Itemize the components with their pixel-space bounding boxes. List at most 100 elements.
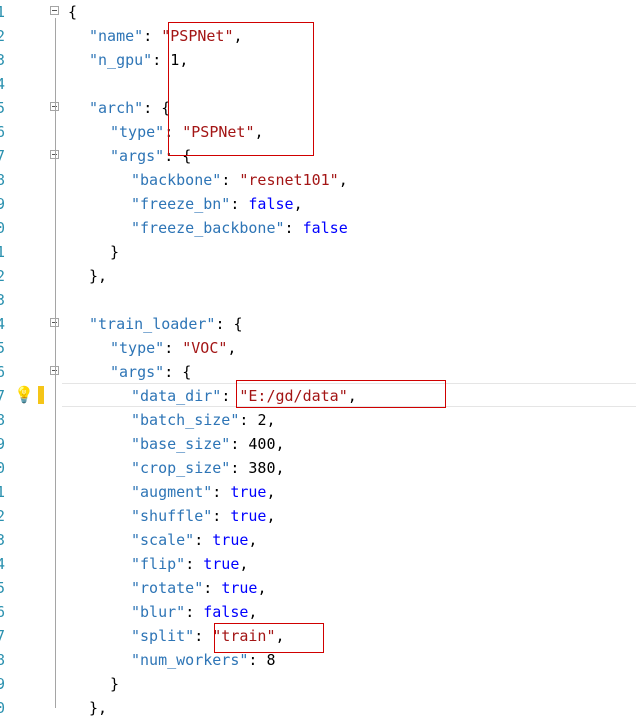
- json-key: "data_dir": [131, 387, 222, 405]
- code-line[interactable]: 8 "batch_size": 2,: [0, 408, 636, 432]
- line-number: 2: [0, 267, 6, 285]
- json-key: "base_size": [131, 435, 231, 453]
- json-key: "freeze_bn": [131, 195, 231, 213]
- punctuation: ,: [266, 507, 276, 525]
- code-line[interactable]: 1{: [0, 0, 636, 24]
- line-number: 0: [0, 699, 6, 717]
- line-number: 8: [0, 651, 6, 669]
- json-key: "type": [110, 339, 165, 357]
- code-line[interactable]: 2},: [0, 264, 636, 288]
- line-number: 6: [0, 123, 6, 141]
- json-value: 380: [248, 459, 276, 477]
- code-line[interactable]: 6 "type": "PSPNet",: [0, 120, 636, 144]
- code-line[interactable]: 5 "arch": {: [0, 96, 636, 120]
- code-text: "rotate": true,: [131, 579, 267, 597]
- code-line[interactable]: 0 "crop_size": 380,: [0, 456, 636, 480]
- code-text: {: [68, 0, 77, 24]
- code-line[interactable]: 1 "augment": true,: [0, 480, 636, 504]
- code-text: },: [89, 264, 107, 288]
- json-value: true: [212, 531, 249, 549]
- code-text: "args": {: [110, 360, 191, 384]
- punctuation: ,: [293, 195, 303, 213]
- line-number: 4: [0, 75, 6, 93]
- code-line[interactable]: 0 "freeze_backbone": false: [0, 216, 636, 240]
- code-line[interactable]: 3 "scale": true,: [0, 528, 636, 552]
- code-text: "type": "VOC",: [110, 339, 237, 357]
- json-value: false: [302, 219, 348, 237]
- code-line[interactable]: 9 "base_size": 400,: [0, 432, 636, 456]
- code-line[interactable]: 0},: [0, 696, 636, 720]
- line-number: 7: [0, 387, 6, 405]
- json-key: "crop_size": [131, 459, 231, 477]
- json-key: "scale": [131, 531, 195, 549]
- code-line[interactable]: 8 "backbone": "resnet101",: [0, 168, 636, 192]
- json-key: "num_workers": [131, 651, 249, 669]
- line-number: 4: [0, 315, 6, 333]
- code-text: "arch": {: [89, 96, 170, 120]
- json-value: true: [230, 507, 267, 525]
- json-value: 8: [266, 651, 276, 669]
- code-text: "backbone": "resnet101",: [131, 171, 348, 189]
- code-line[interactable]: 6 "blur": false,: [0, 600, 636, 624]
- punctuation: ,: [227, 339, 237, 357]
- line-number: 6: [0, 363, 6, 381]
- code-line[interactable]: 1}: [0, 240, 636, 264]
- json-key: "type": [110, 123, 165, 141]
- code-line[interactable]: 2 "shuffle": true,: [0, 504, 636, 528]
- code-line[interactable]: 5 "type": "VOC",: [0, 336, 636, 360]
- json-value: true: [221, 579, 258, 597]
- json-key: "name": [89, 27, 144, 45]
- json-key: "arch": [89, 99, 144, 117]
- line-number: 9: [0, 435, 6, 453]
- json-key: "train_loader": [89, 315, 216, 333]
- line-number: 9: [0, 195, 6, 213]
- code-text: "freeze_backbone": false: [131, 219, 348, 237]
- code-text: "freeze_bn": false,: [131, 195, 303, 213]
- code-line[interactable]: 9 "freeze_bn": false,: [0, 192, 636, 216]
- json-value: false: [248, 195, 294, 213]
- json-key: "args": [110, 147, 165, 165]
- json-value: "VOC": [182, 339, 228, 357]
- json-key: "flip": [131, 555, 186, 573]
- json-key: "rotate": [131, 579, 204, 597]
- code-line[interactable]: 4: [0, 72, 636, 96]
- code-line[interactable]: 9}: [0, 672, 636, 696]
- punctuation: : {: [143, 99, 171, 117]
- punctuation: ,: [248, 531, 258, 549]
- code-line[interactable]: 4 "flip": true,: [0, 552, 636, 576]
- fold-toggle-icon[interactable]: [50, 6, 59, 15]
- punctuation: ,: [257, 579, 267, 597]
- line-number: 4: [0, 555, 6, 573]
- code-line[interactable]: 3 "n_gpu": 1,: [0, 48, 636, 72]
- code-line[interactable]: 7 "args": {: [0, 144, 636, 168]
- line-number: 1: [0, 3, 6, 21]
- line-number: 7: [0, 147, 6, 165]
- code-line[interactable]: 4 "train_loader": {: [0, 312, 636, 336]
- punctuation: {: [68, 3, 78, 21]
- json-key: "blur": [131, 603, 186, 621]
- code-line[interactable]: 2 "name": "PSPNet",: [0, 24, 636, 48]
- fold-guide-root: [55, 18, 56, 708]
- code-line[interactable]: 5 "rotate": true,: [0, 576, 636, 600]
- punctuation: },: [89, 267, 108, 285]
- line-number: 5: [0, 579, 6, 597]
- code-text: "blur": false,: [131, 603, 258, 621]
- punctuation: ,: [239, 555, 249, 573]
- code-text: "scale": true,: [131, 531, 258, 549]
- line-number: 3: [0, 51, 6, 69]
- punctuation: ,: [338, 171, 348, 189]
- punctuation: }: [110, 675, 120, 693]
- highlight-box-data-dir: [236, 380, 446, 408]
- json-value: 400: [248, 435, 276, 453]
- line-number: 0: [0, 219, 6, 237]
- code-text: "base_size": 400,: [131, 435, 285, 453]
- punctuation: : {: [164, 363, 192, 381]
- line-number: 5: [0, 339, 6, 357]
- json-key: "freeze_backbone": [131, 219, 285, 237]
- line-number: 2: [0, 507, 6, 525]
- code-line[interactable]: 3: [0, 288, 636, 312]
- json-key: "split": [131, 627, 195, 645]
- json-value: true: [230, 483, 267, 501]
- line-number: 5: [0, 99, 6, 117]
- line-number: 8: [0, 171, 6, 189]
